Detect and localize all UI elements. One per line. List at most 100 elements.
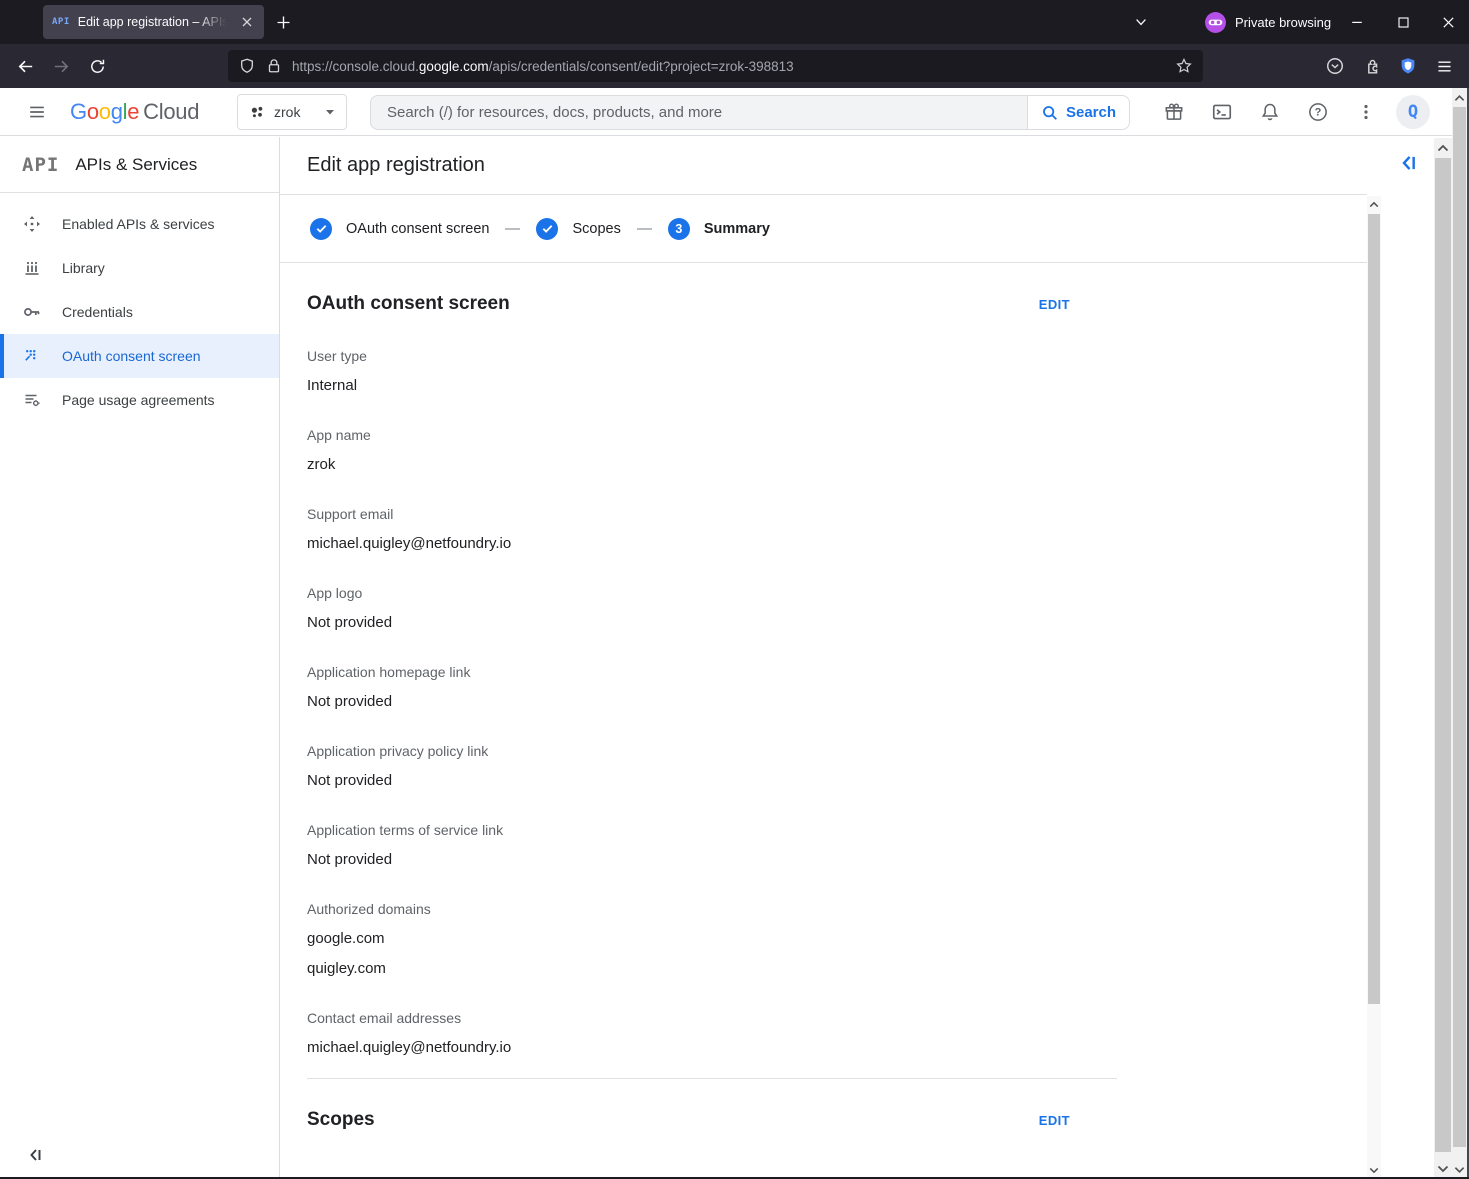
window-close-button[interactable] xyxy=(1433,7,1463,37)
private-browsing-label: Private browsing xyxy=(1235,15,1331,30)
step-label: Scopes xyxy=(572,221,620,237)
url-bar[interactable]: https://console.cloud.google.com/apis/cr… xyxy=(228,50,1203,82)
field-label: Application homepage link xyxy=(307,664,1367,680)
field-value: Internal xyxy=(307,377,1367,394)
pocket-icon[interactable] xyxy=(1319,50,1351,82)
field-value: Not provided xyxy=(307,614,1367,631)
section-heading: Scopes xyxy=(307,1109,375,1131)
section-heading: OAuth consent screen xyxy=(307,293,510,315)
tab-close-icon[interactable] xyxy=(239,14,255,30)
bookmark-star-icon[interactable] xyxy=(1175,57,1193,75)
api-product-logo: API xyxy=(22,154,59,176)
search-field[interactable] xyxy=(370,95,1028,130)
collapse-sidebar-button[interactable] xyxy=(26,1145,46,1165)
search-magnifier-icon xyxy=(1041,104,1059,122)
sidebar-title: APIs & Services xyxy=(75,155,197,175)
stepper: OAuth consent screen Scopes 3 Summary xyxy=(280,195,1367,263)
scrollbar-thumb[interactable] xyxy=(1435,158,1451,1152)
notifications-bell-icon[interactable] xyxy=(1255,97,1285,127)
scroll-up-icon[interactable] xyxy=(1452,88,1467,107)
gift-icon[interactable] xyxy=(1159,97,1189,127)
sidebar-item-label: Page usage agreements xyxy=(62,392,215,408)
browser-tab-bar: API Edit app registration – APIs & Se Pr… xyxy=(0,0,1469,44)
sidebar-item-page-usage-agreements[interactable]: Page usage agreements xyxy=(0,378,279,422)
project-name: zrok xyxy=(274,104,316,120)
scrollbar-thumb[interactable] xyxy=(1453,107,1466,1147)
main-panel: Edit app registration OAuth consent scre… xyxy=(280,137,1367,1179)
sidebar-item-label: Credentials xyxy=(62,304,133,320)
scrollbar-thumb[interactable] xyxy=(1368,214,1380,1004)
lock-icon[interactable] xyxy=(265,57,283,75)
back-icon[interactable] xyxy=(9,50,41,82)
browser-scrollbar[interactable] xyxy=(1452,88,1467,1179)
sidebar: API APIs & Services Enabled APIs & servi… xyxy=(0,137,280,1179)
key-icon xyxy=(22,302,42,322)
field-label: Authorized domains xyxy=(307,901,1367,917)
sidebar-item-oauth-consent-screen[interactable]: OAuth consent screen xyxy=(0,334,279,378)
page-scrollbar[interactable] xyxy=(1434,138,1452,1179)
field-contact-emails: Contact email addresses michael.quigley@… xyxy=(307,1010,1367,1056)
password-shield-icon[interactable] xyxy=(1392,50,1424,82)
section-divider xyxy=(307,1078,1117,1079)
field-label: Support email xyxy=(307,506,1367,522)
list-tabs-chevron-icon[interactable] xyxy=(1130,11,1152,33)
console-header: GoogleCloud zrok Search ? xyxy=(0,88,1452,136)
scroll-down-icon[interactable] xyxy=(1434,1159,1452,1179)
field-value: zrok xyxy=(307,456,1367,473)
field-app-logo: App logo Not provided xyxy=(307,585,1367,631)
step-check-icon xyxy=(536,218,558,240)
info-panel-gutter xyxy=(1381,137,1434,1179)
step-scopes[interactable]: Scopes xyxy=(536,218,620,240)
new-tab-button[interactable] xyxy=(272,11,294,33)
forward-icon[interactable] xyxy=(45,50,77,82)
field-user-type: User type Internal xyxy=(307,348,1367,394)
window-minimize-button[interactable] xyxy=(1342,7,1372,37)
reload-icon[interactable] xyxy=(81,50,113,82)
help-icon[interactable]: ? xyxy=(1303,97,1333,127)
screen: API Edit app registration – APIs & Se Pr… xyxy=(0,0,1469,1179)
svg-text:?: ? xyxy=(1315,107,1322,119)
field-label: Application terms of service link xyxy=(307,822,1367,838)
page-usage-icon xyxy=(22,390,42,410)
sidebar-item-library[interactable]: Library xyxy=(0,246,279,290)
search-input[interactable] xyxy=(385,103,1014,122)
field-label: App logo xyxy=(307,585,1367,601)
more-vert-icon[interactable] xyxy=(1351,97,1381,127)
tracking-shield-icon[interactable] xyxy=(238,57,256,75)
search-button[interactable]: Search xyxy=(1027,95,1130,130)
user-avatar[interactable]: Q xyxy=(1396,95,1430,129)
field-label: App name xyxy=(307,427,1367,443)
sidebar-item-credentials[interactable]: Credentials xyxy=(0,290,279,334)
scroll-up-icon[interactable] xyxy=(1434,138,1452,158)
sidebar-item-enabled-apis[interactable]: Enabled APIs & services xyxy=(0,202,279,246)
oauth-consent-icon xyxy=(22,346,42,366)
step-number-icon: 3 xyxy=(668,218,690,240)
private-browsing-badge: Private browsing xyxy=(1204,11,1331,34)
scroll-up-icon[interactable] xyxy=(1367,196,1381,213)
collapse-info-panel-button[interactable] xyxy=(1398,152,1420,174)
sidebar-item-label: Library xyxy=(62,260,105,276)
search-button-label: Search xyxy=(1066,104,1116,121)
api-favicon-icon: API xyxy=(52,17,70,27)
step-oauth-consent-screen[interactable]: OAuth consent screen xyxy=(310,218,489,240)
field-support-email: Support email michael.quigley@netfoundry… xyxy=(307,506,1367,552)
project-selector[interactable]: zrok xyxy=(237,94,347,130)
app-menu-icon[interactable] xyxy=(1428,50,1460,82)
step-check-icon xyxy=(310,218,332,240)
cloud-shell-icon[interactable] xyxy=(1207,97,1237,127)
window-maximize-button[interactable] xyxy=(1388,7,1418,37)
field-value: Not provided xyxy=(307,772,1367,789)
edit-oauth-consent-button[interactable]: EDIT xyxy=(1039,297,1070,312)
field-value: michael.quigley@netfoundry.io xyxy=(307,535,1367,552)
field-label: Application privacy policy link xyxy=(307,743,1367,759)
tab-title: Edit app registration – APIs & Se xyxy=(78,15,231,29)
sidebar-item-label: Enabled APIs & services xyxy=(62,216,215,232)
browser-tab[interactable]: API Edit app registration – APIs & Se xyxy=(43,5,264,39)
content-scrollbar[interactable] xyxy=(1367,196,1381,1179)
page-header: Edit app registration xyxy=(280,137,1367,195)
browser-toolbar: https://console.cloud.google.com/apis/cr… xyxy=(0,44,1469,88)
console-hamburger-icon[interactable] xyxy=(22,97,52,127)
edit-scopes-button[interactable]: EDIT xyxy=(1039,1113,1070,1128)
step-summary[interactable]: 3 Summary xyxy=(668,218,770,240)
extensions-puzzle-icon[interactable] xyxy=(1356,50,1388,82)
